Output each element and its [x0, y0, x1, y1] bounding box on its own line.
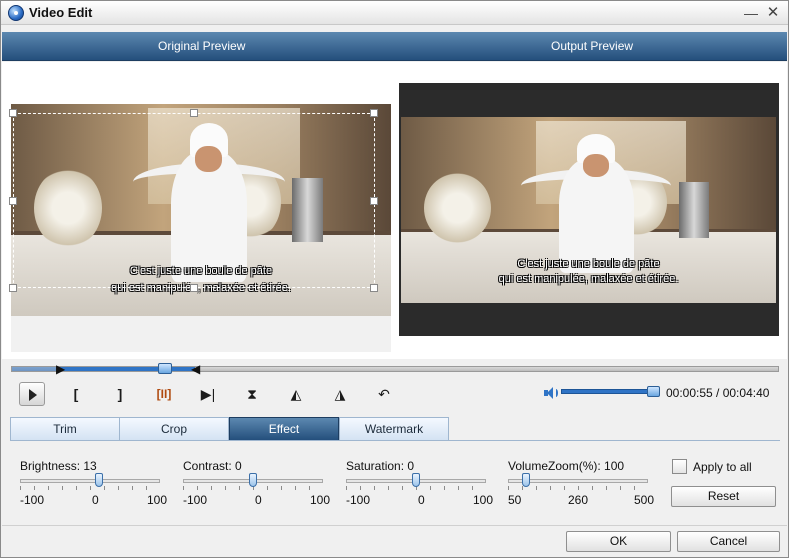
time-readout: 00:00:55 / 00:04:40: [666, 386, 770, 400]
brightness-ticks: [20, 486, 160, 490]
contrast-label: Contrast: 0: [183, 459, 242, 473]
brightness-slider-thumb[interactable]: [95, 473, 103, 487]
crop-handle-mr[interactable]: [370, 197, 378, 205]
timeline-selection: [59, 367, 195, 371]
contrast-mid: 0: [255, 493, 262, 507]
app-logo-icon: [8, 5, 24, 21]
saturation-max: 100: [473, 493, 494, 507]
video-edit-window: Video Edit — ✕ Original Preview Output P…: [0, 0, 789, 558]
contrast-value: 0: [235, 459, 242, 473]
ok-button[interactable]: OK: [566, 531, 671, 552]
rotate-left-button[interactable]: ◭: [283, 382, 309, 406]
output-video-frame: C'est juste une boule de pâte qui est ma…: [401, 117, 776, 303]
flip-vertical-button[interactable]: ⧗: [239, 382, 265, 406]
split-button[interactable]: [II]: [151, 382, 177, 406]
contrast-slider-thumb[interactable]: [249, 473, 257, 487]
close-button[interactable]: ✕: [763, 3, 783, 23]
saturation-min: -100: [346, 493, 371, 507]
preview-header: Original Preview Output Preview: [2, 32, 787, 61]
tab-crop[interactable]: Crop: [119, 417, 229, 441]
set-start-button[interactable]: [: [63, 382, 89, 406]
brightness-mid: 0: [92, 493, 99, 507]
crop-handle-bm[interactable]: [190, 284, 198, 292]
crop-handle-tm[interactable]: [190, 109, 198, 117]
volumezoom-mid: 260: [568, 493, 589, 507]
output-subtitle-line2: qui est manipulée, malaxée et étirée.: [498, 273, 679, 286]
saturation-group: Saturation: 0 -100 0 100: [346, 459, 496, 509]
crop-handle-tr[interactable]: [370, 109, 378, 117]
set-end-button[interactable]: ]: [107, 382, 133, 406]
original-preview-label: Original Preview: [158, 39, 246, 53]
volumezoom-min: 50: [508, 493, 522, 507]
crop-rectangle[interactable]: [9, 109, 378, 292]
play-button[interactable]: [19, 382, 45, 406]
volume-icon[interactable]: [542, 385, 558, 401]
apply-to-all-label[interactable]: Apply to all: [693, 460, 752, 474]
saturation-label: Saturation: 0: [346, 459, 415, 473]
brightness-max: 100: [147, 493, 168, 507]
output-subtitle-line1: C'est juste une boule de pâte: [517, 258, 660, 271]
contrast-group: Contrast: 0 -100 0 100: [183, 459, 333, 509]
original-letterbox: [11, 316, 391, 352]
minimize-button[interactable]: —: [741, 3, 761, 23]
output-preview-label: Output Preview: [551, 39, 634, 53]
reset-button[interactable]: Reset: [671, 486, 776, 507]
tab-effect[interactable]: Effect: [229, 417, 339, 441]
crop-handle-ml[interactable]: [9, 197, 17, 205]
volumezoom-ticks: [508, 486, 648, 490]
volumezoom-slider-thumb[interactable]: [522, 473, 530, 487]
saturation-value: 0: [407, 459, 415, 473]
tab-trim[interactable]: Trim: [10, 417, 120, 441]
cancel-button[interactable]: Cancel: [677, 531, 780, 552]
timeline-played: [12, 367, 59, 371]
tab-divider: [10, 440, 780, 441]
volume-slider-thumb[interactable]: [647, 386, 660, 397]
brightness-value: 13: [83, 459, 97, 473]
contrast-min: -100: [183, 493, 208, 507]
saturation-slider-thumb[interactable]: [412, 473, 420, 487]
apply-to-all-checkbox[interactable]: [672, 459, 687, 474]
playhead-slider[interactable]: [158, 363, 172, 374]
title-bar: Video Edit — ✕: [1, 1, 788, 25]
crop-handle-bl[interactable]: [9, 284, 17, 292]
brightness-label: Brightness: 13: [20, 459, 97, 473]
volumezoom-label: VolumeZoom(%): 100: [508, 459, 625, 473]
next-frame-button[interactable]: ▶|: [195, 382, 221, 406]
brightness-slider-track[interactable]: [20, 479, 160, 483]
edit-tabs: Trim Crop Effect Watermark: [10, 417, 780, 441]
contrast-max: 100: [310, 493, 331, 507]
volume-slider-track[interactable]: [561, 389, 659, 394]
play-icon: [29, 389, 37, 401]
crop-handle-br[interactable]: [370, 284, 378, 292]
crop-handle-tl[interactable]: [9, 109, 17, 117]
window-title: Video Edit: [29, 5, 93, 20]
trim-end-marker-icon[interactable]: ◀: [191, 362, 200, 376]
rotate-right-button[interactable]: ◮: [327, 382, 353, 406]
volumezoom-value: 100: [604, 459, 625, 473]
brightness-min: -100: [20, 493, 45, 507]
footer-divider: [2, 525, 787, 526]
volumezoom-group: VolumeZoom(%): 100 50 260 500: [508, 459, 658, 509]
tab-watermark[interactable]: Watermark: [339, 417, 449, 441]
trim-start-marker-icon[interactable]: ▶: [56, 362, 65, 376]
volumezoom-max: 500: [634, 493, 655, 507]
undo-button[interactable]: ↶: [371, 382, 397, 406]
brightness-group: Brightness: 13 -100 0 100: [20, 459, 170, 509]
saturation-mid: 0: [418, 493, 425, 507]
